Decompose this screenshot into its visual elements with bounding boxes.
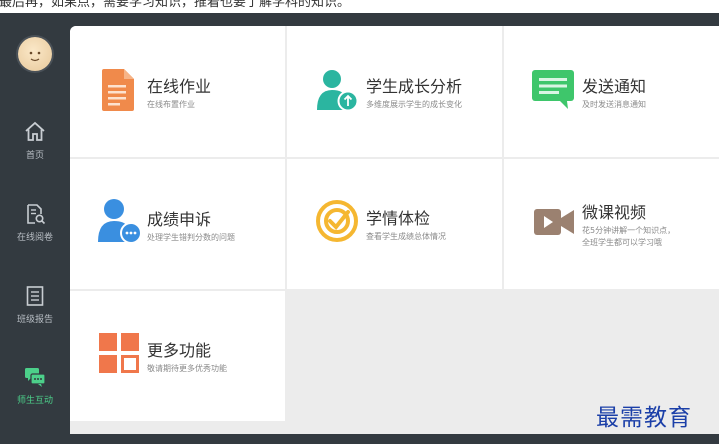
sidebar-item-home[interactable]: 首页 <box>0 120 70 161</box>
sidebar: 首页 在线阅卷 班级报告 师生互动 <box>0 13 70 444</box>
sidebar-item-teacher-student-interaction[interactable]: 师生互动 <box>0 365 70 406</box>
card-title: 在线作业 <box>147 77 212 96</box>
card-description-line1: 花5分钟讲解一个知识点， <box>582 226 676 235</box>
sidebar-item-label: 班级报告 <box>16 315 53 325</box>
card-academic-checkup[interactable]: 学情体检 查看学生成绩总体情况 <box>287 159 502 289</box>
sidebar-item-class-report[interactable]: 班级报告 <box>0 284 70 325</box>
message-icon <box>532 70 574 109</box>
sidebar-item-label: 在线阅卷 <box>16 233 53 243</box>
card-title: 发送通知 <box>582 77 647 96</box>
card-title: 更多功能 <box>147 341 212 360</box>
card-title: 学情体检 <box>366 209 431 228</box>
card-send-notice[interactable]: 发送通知 及时发送消息通知 <box>504 26 719 157</box>
top-caption-strip: 最后再，如果点，需要学习知识，推着也要了解学科的知识。 <box>0 0 719 13</box>
person-growth-icon <box>317 70 359 112</box>
user-avatar[interactable] <box>18 37 52 71</box>
gauge-check-icon <box>316 200 358 242</box>
card-description: 及时发送消息通知 <box>582 100 646 109</box>
avatar-face-icon <box>29 51 41 62</box>
card-online-homework[interactable]: 在线作业 在线布置作业 <box>70 26 285 157</box>
card-description-line2: 全班学生都可以学习哦 <box>582 238 662 247</box>
card-description: 处理学生错判分数的问题 <box>147 233 235 242</box>
card-grade-appeal[interactable]: 成绩申诉 处理学生错判分数的问题 <box>70 159 285 289</box>
card-more-functions[interactable]: 更多功能 敬请期待更多优秀功能 <box>70 291 285 421</box>
card-title: 学生成长分析 <box>366 77 463 96</box>
caption-text: 最后再，如果点，需要学习知识，推着也要了解学科的知识。 <box>0 0 351 10</box>
home-icon <box>25 121 45 141</box>
document-icon <box>102 69 134 111</box>
card-description: 查看学生成绩总体情况 <box>366 232 446 241</box>
document-search-icon <box>27 204 46 225</box>
app-window: 首页 在线阅卷 班级报告 师生互动 在线作业 在线布置作业 学生成长分析 多维度… <box>0 13 719 444</box>
card-description: 在线布置作业 <box>147 100 195 109</box>
card-title: 成绩申诉 <box>147 210 212 229</box>
card-description: 敬请期待更多优秀功能 <box>147 364 227 373</box>
card-student-growth-analysis[interactable]: 学生成长分析 多维度展示学生的成长变化 <box>287 26 502 157</box>
sidebar-item-label: 首页 <box>25 151 44 161</box>
sidebar-item-label: 师生互动 <box>16 396 53 406</box>
video-camera-icon <box>534 209 574 235</box>
sidebar-item-online-marking[interactable]: 在线阅卷 <box>0 202 70 243</box>
card-title: 微课视频 <box>582 203 647 222</box>
report-icon <box>26 286 44 306</box>
person-message-icon <box>98 199 142 244</box>
function-grid: 在线作业 在线布置作业 学生成长分析 多维度展示学生的成长变化 发送通知 及时发… <box>70 26 719 434</box>
card-micro-lesson-video[interactable]: 微课视频 花5分钟讲解一个知识点， 全班学生都可以学习哦 <box>504 159 719 289</box>
grid-squares-icon <box>99 333 139 373</box>
chat-bubbles-icon <box>25 368 46 387</box>
card-description: 多维度展示学生的成长变化 <box>366 100 462 109</box>
watermark: 最需教育 <box>596 405 692 431</box>
